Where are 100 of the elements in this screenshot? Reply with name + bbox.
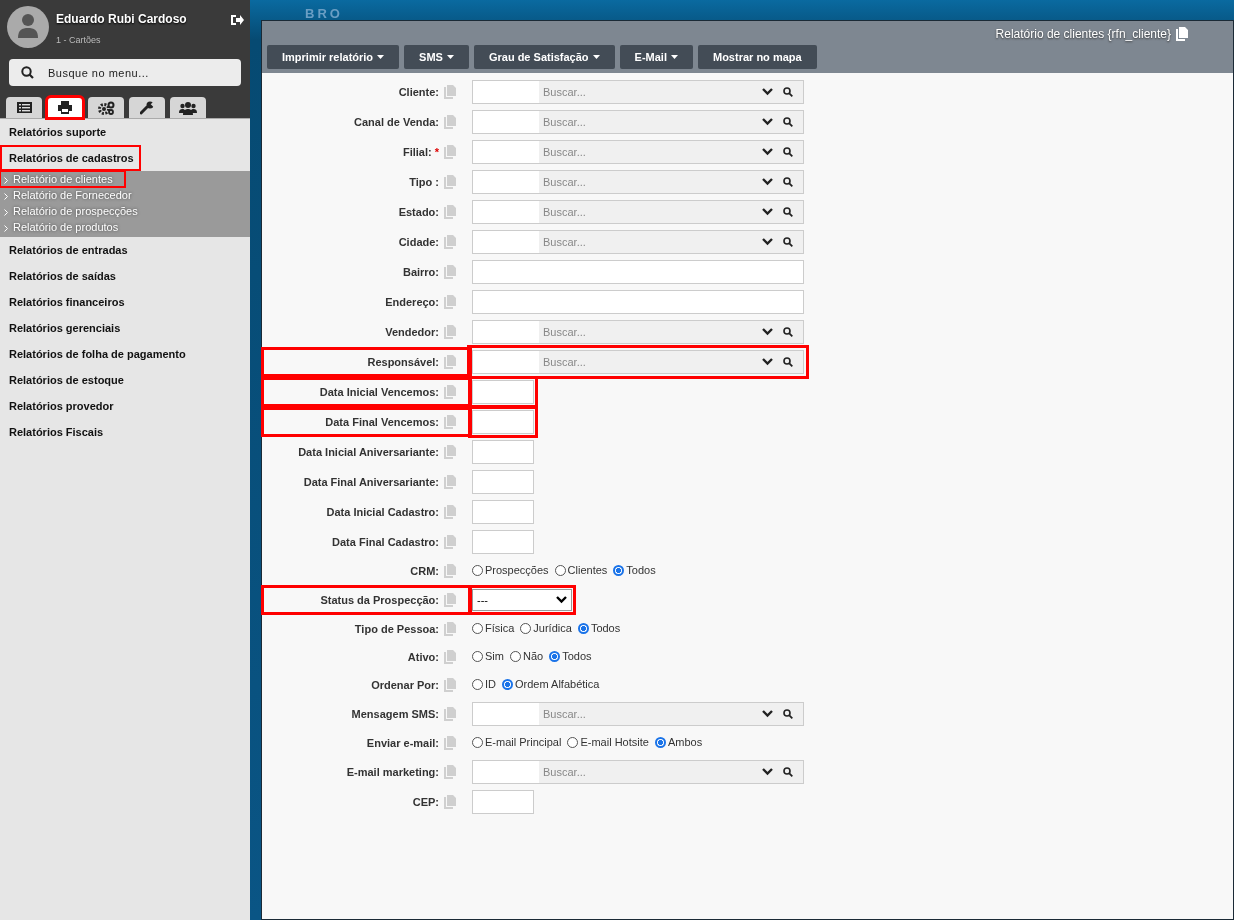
copy-icon[interactable] [444,235,456,249]
sidebar-tab[interactable] [47,97,83,118]
radio-label[interactable]: Todos [626,564,656,576]
toolbar-button[interactable]: E-Mail [619,45,693,69]
radio-label[interactable]: Jurídica [533,622,572,634]
copy-icon[interactable] [444,145,456,159]
radio-button[interactable] [549,650,561,662]
code-input[interactable] [473,201,539,223]
logout-icon[interactable] [231,14,244,26]
search-icon[interactable] [783,177,793,187]
search-input[interactable]: Buscar... [539,141,762,163]
search-icon[interactable] [783,357,793,367]
search-input[interactable]: Buscar... [539,321,762,343]
text-field[interactable] [472,290,804,314]
date-field[interactable] [472,500,534,524]
radio-button[interactable] [472,622,483,634]
code-input[interactable] [473,703,539,725]
code-input[interactable] [473,81,539,103]
text-field[interactable] [472,260,804,284]
copy-icon[interactable] [444,622,456,636]
copy-icon[interactable] [444,564,456,578]
code-input[interactable] [473,171,539,193]
radio-label[interactable]: ID [485,678,496,690]
date-field[interactable] [472,470,534,494]
copy-icon[interactable] [444,175,456,189]
search-icon[interactable] [783,327,793,337]
search-icon[interactable] [783,147,793,157]
search-input[interactable]: Buscar... [539,231,762,253]
toolbar-button[interactable]: SMS [404,45,469,69]
radio-label[interactable]: Não [522,650,544,662]
sidebar-tab[interactable] [170,97,206,118]
chevron-down-icon[interactable] [762,768,773,776]
search-icon[interactable] [783,117,793,127]
radio-label[interactable]: Sim [485,650,504,662]
menu-item[interactable]: Relatórios de saídas [0,263,125,289]
radio-label[interactable]: Ambos [667,736,703,748]
radio-button[interactable] [509,650,521,662]
copy-icon[interactable] [444,265,456,279]
lookup-field[interactable]: Buscar... [472,170,804,194]
radio-label[interactable]: Todos [562,650,592,662]
code-input[interactable] [473,111,539,133]
lookup-field[interactable]: Buscar... [472,702,804,726]
date-field[interactable] [472,440,534,464]
search-icon[interactable] [783,709,793,719]
search-icon[interactable] [783,767,793,777]
date-field[interactable] [472,790,534,814]
chevron-down-icon[interactable] [762,178,773,186]
radio-button[interactable] [577,622,589,634]
copy-icon[interactable] [1176,27,1188,41]
search-input[interactable]: Buscar... [539,81,762,103]
copy-icon[interactable] [444,115,456,129]
search-input[interactable]: Buscar... [539,761,762,783]
radio-label[interactable]: Prospecções [485,564,549,576]
date-field[interactable] [472,530,534,554]
radio-label[interactable]: Todos [590,622,621,634]
lookup-field[interactable]: Buscar... [472,760,804,784]
copy-icon[interactable] [444,415,456,429]
copy-icon[interactable] [444,295,456,309]
radio-button[interactable] [472,650,483,662]
menu-search-field[interactable]: Busque no menu... [9,59,241,86]
copy-icon[interactable] [444,505,456,519]
copy-icon[interactable] [444,678,456,692]
toolbar-button[interactable]: Imprimir relatório [267,45,400,69]
search-icon[interactable] [783,87,793,97]
radio-label[interactable]: Física [485,622,515,634]
chevron-down-icon[interactable] [762,358,773,366]
search-input[interactable]: Buscar... [539,111,762,133]
radio-button[interactable] [613,564,625,576]
menu-item[interactable]: Relatórios de folha de pagamento [0,341,195,367]
copy-icon[interactable] [444,535,456,549]
radio-button[interactable] [554,564,566,576]
chevron-down-icon[interactable] [762,88,773,96]
search-input[interactable]: Buscar... [539,703,762,725]
menu-item[interactable]: Relatórios de entradas [0,237,137,263]
chevron-down-icon[interactable] [762,118,773,126]
search-icon[interactable] [783,207,793,217]
search-input[interactable]: Buscar... [539,201,762,223]
menu-item[interactable]: Relatórios financeiros [0,289,134,315]
radio-button[interactable] [654,736,666,748]
toolbar-button[interactable]: Grau de Satisfação [473,45,615,69]
lookup-field[interactable]: Buscar... [472,80,804,104]
radio-button[interactable] [567,736,579,748]
search-icon[interactable] [783,237,793,247]
copy-icon[interactable] [444,736,456,750]
menu-item[interactable]: Relatórios de estoque [0,367,133,393]
copy-icon[interactable] [444,707,456,721]
lookup-field[interactable]: Buscar... [472,230,804,254]
copy-icon[interactable] [444,325,456,339]
menu-search-input[interactable]: Busque no menu... [46,65,229,80]
sidebar-tab[interactable] [88,97,124,118]
radio-button[interactable] [520,622,532,634]
radio-label[interactable]: E-mail Hotsite [580,736,649,748]
lookup-field[interactable]: Buscar... [472,140,804,164]
lookup-field[interactable]: Buscar... [472,110,804,134]
code-input[interactable] [473,351,539,373]
chevron-down-icon[interactable] [762,148,773,156]
copy-icon[interactable] [444,385,456,399]
menu-item[interactable]: Relatórios Fiscais [0,419,113,445]
search-input[interactable]: Buscar... [539,171,762,193]
chevron-down-icon[interactable] [762,710,773,718]
